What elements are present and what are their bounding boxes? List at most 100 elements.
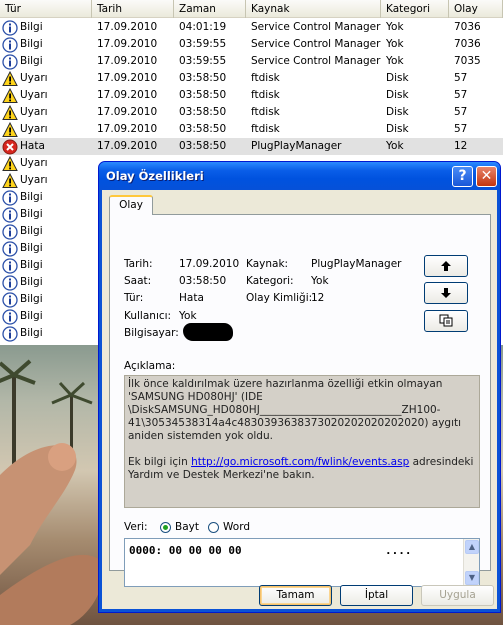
row-type-label: Uyarı [20, 89, 48, 101]
next-event-button[interactable] [424, 282, 468, 304]
row-category: Disk [386, 123, 409, 135]
ok-button[interactable]: Tamam [259, 585, 332, 606]
table-row[interactable]: Uyarı 17.09.2010 03:58:50 ftdisk Disk 57 [0, 70, 503, 87]
column-category[interactable]: Kategori [381, 0, 449, 18]
row-type: Bilgi [2, 223, 43, 240]
copy-button[interactable] [424, 310, 468, 332]
category-label: Kategori: [246, 275, 294, 287]
source-label: Kaynak: [246, 258, 289, 270]
radio-bytes[interactable] [160, 522, 171, 533]
column-type[interactable]: Tür [0, 0, 92, 18]
data-scrollbar[interactable]: ▲ ▼ [463, 539, 479, 586]
table-row[interactable]: Bilgi 17.09.2010 04:01:19 Service Control M… [0, 19, 503, 36]
row-category: Yok [386, 21, 404, 33]
row-category: Yok [386, 55, 404, 67]
dialog-titlebar[interactable]: Olay Özellikleri ? ✕ [99, 162, 500, 190]
row-type-label: Bilgi [20, 242, 43, 254]
column-time[interactable]: Zaman [174, 0, 246, 18]
event-properties-dialog: Olay Özellikleri ? ✕ Olay Tarih: 17.09.2… [98, 161, 501, 613]
table-row[interactable]: Uyarı 17.09.2010 03:58:50 ftdisk Disk 57 [0, 104, 503, 121]
help-button[interactable]: ? [452, 166, 473, 187]
row-type: Bilgi [2, 325, 43, 342]
row-type: Bilgi [2, 36, 43, 53]
row-event: 7035 [454, 55, 481, 67]
cancel-button[interactable]: İptal [340, 585, 413, 606]
row-date: 17.09.2010 [97, 21, 158, 33]
copy-icon [439, 314, 453, 327]
row-time: 03:59:55 [179, 55, 227, 67]
date-value: 17.09.2010 [179, 258, 240, 270]
info-icon [2, 189, 18, 206]
time-value: 03:58:50 [179, 275, 227, 287]
radio-word[interactable] [208, 522, 219, 533]
row-time: 03:58:50 [179, 89, 227, 101]
row-type: Bilgi [2, 189, 43, 206]
row-type-label: Bilgi [20, 55, 43, 67]
event-id-label: Olay Kimliği: [246, 292, 313, 304]
description-box[interactable]: İlk önce kaldırılmak üzere hazırlanma öz… [124, 375, 480, 508]
row-source: PlugPlayManager [251, 140, 342, 152]
row-source: ftdisk [251, 72, 280, 84]
table-row[interactable]: Bilgi 17.09.2010 03:59:55 Service Control M… [0, 36, 503, 53]
column-event[interactable]: Olay [449, 0, 503, 18]
row-type-label: Uyarı [20, 157, 48, 169]
previous-event-button[interactable] [424, 255, 468, 277]
warning-icon [2, 172, 18, 189]
info-icon [2, 325, 18, 342]
apply-button[interactable]: Uygula [421, 585, 494, 606]
row-type: Uyarı [2, 104, 48, 121]
table-row[interactable]: Hata 17.09.2010 03:58:50 PlugPlayManager Yok… [0, 138, 503, 155]
computer-value-redacted [183, 323, 233, 341]
info-icon [2, 240, 18, 257]
row-source: Service Control Manager [251, 38, 381, 50]
row-type: Bilgi [2, 53, 43, 70]
tab-event[interactable]: Olay [109, 195, 153, 215]
scroll-down-icon[interactable]: ▼ [465, 571, 479, 585]
type-value: Hata [179, 292, 204, 304]
warning-icon [2, 121, 18, 138]
type-label: Tür: [124, 292, 144, 304]
row-event: 57 [454, 89, 468, 101]
table-row[interactable]: Bilgi 17.09.2010 03:59:55 Service Control M… [0, 53, 503, 70]
row-type-label: Bilgi [20, 327, 43, 339]
radio-word-label[interactable]: Word [223, 521, 250, 533]
info-icon [2, 19, 18, 36]
row-date: 17.09.2010 [97, 89, 158, 101]
row-type: Uyarı [2, 172, 48, 189]
row-type: Bilgi [2, 240, 43, 257]
warning-icon [2, 104, 18, 121]
row-event: 7036 [454, 38, 481, 50]
row-category: Disk [386, 89, 409, 101]
radio-bytes-label[interactable]: Bayt [175, 521, 199, 533]
scroll-up-icon[interactable]: ▲ [465, 540, 479, 554]
column-date[interactable]: Tarih [92, 0, 174, 18]
data-ascii: .... [385, 544, 412, 557]
help-link[interactable]: http://go.microsoft.com/fwlink/events.as… [191, 456, 409, 468]
description-text: İlk önce kaldırılmak üzere hazırlanma öz… [128, 378, 462, 442]
table-row[interactable]: Uyarı 17.09.2010 03:58:50 ftdisk Disk 57 [0, 121, 503, 138]
error-icon [2, 139, 18, 155]
table-row[interactable]: Uyarı 17.09.2010 03:58:50 ftdisk Disk 57 [0, 87, 503, 104]
row-source: ftdisk [251, 123, 280, 135]
time-label: Saat: [124, 275, 152, 287]
user-value: Yok [179, 310, 197, 322]
row-source: Service Control Manager [251, 21, 381, 33]
row-type: Bilgi [2, 19, 43, 36]
row-type-label: Bilgi [20, 21, 43, 33]
info-icon [2, 36, 18, 53]
row-date: 17.09.2010 [97, 72, 158, 84]
date-label: Tarih: [124, 258, 153, 270]
close-button[interactable]: ✕ [476, 166, 497, 187]
row-type: Uyarı [2, 87, 48, 104]
row-source: ftdisk [251, 106, 280, 118]
info-icon [2, 206, 18, 223]
row-type: Uyarı [2, 70, 48, 87]
row-type-label: Bilgi [20, 276, 43, 288]
description-more-prefix: Ek bilgi için [128, 456, 192, 468]
row-type-label: Bilgi [20, 225, 43, 237]
info-icon [2, 257, 18, 274]
column-source[interactable]: Kaynak [246, 0, 381, 18]
data-box[interactable]: 0000: 00 00 00 00 .... ▲ ▼ [124, 538, 480, 587]
row-time: 03:58:50 [179, 72, 227, 84]
info-icon [2, 274, 18, 291]
